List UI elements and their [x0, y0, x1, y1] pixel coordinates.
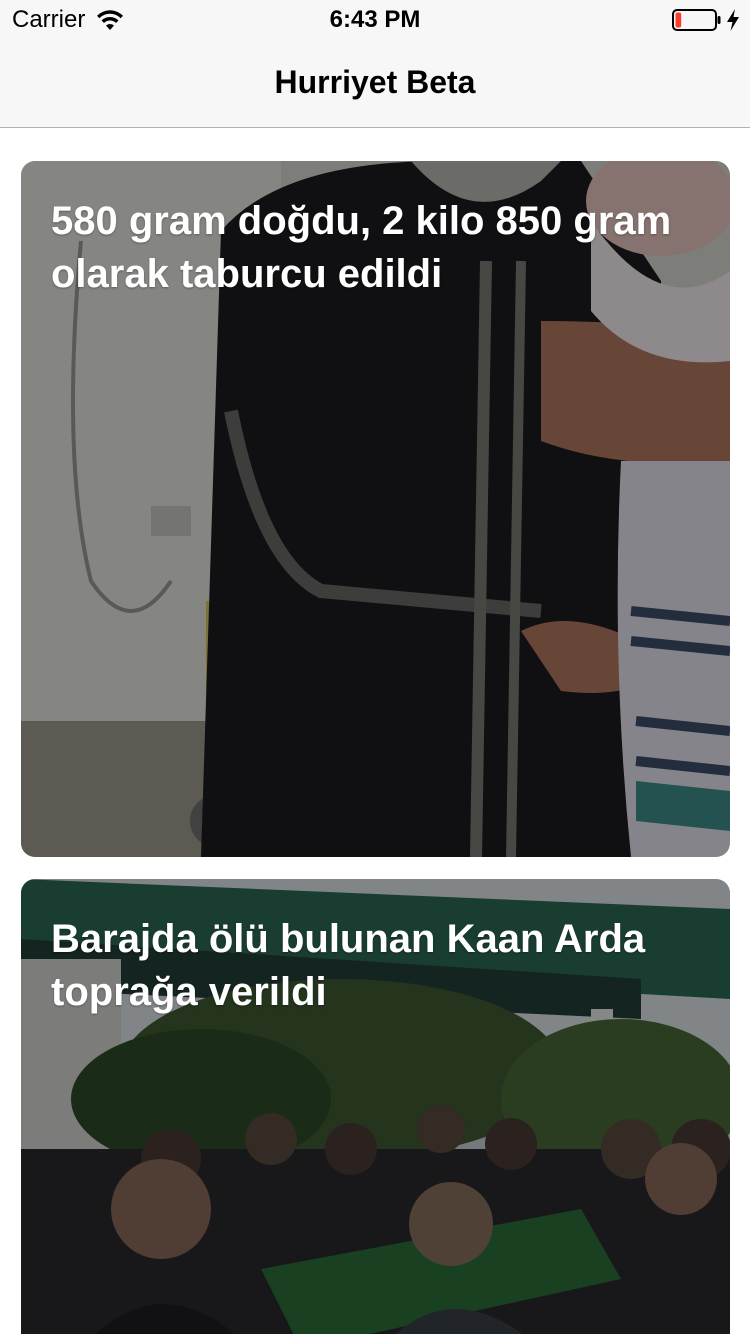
- article-headline[interactable]: Barajda ölü bulunan Kaan Arda toprağa ve…: [51, 913, 711, 1019]
- news-card[interactable]: 580 gram doğdu, 2 kilo 850 gram olarak t…: [21, 161, 730, 857]
- clock: 6:43 PM: [329, 6, 421, 33]
- navigation-bar: Hurriyet Beta: [0, 40, 750, 128]
- status-bar: Carrier 6:43 PM: [0, 0, 750, 40]
- nav-title: Hurriyet Beta: [274, 64, 476, 100]
- battery-low-icon: [672, 9, 721, 31]
- article-headline[interactable]: 580 gram doğdu, 2 kilo 850 gram olarak t…: [51, 195, 711, 301]
- news-card[interactable]: Barajda ölü bulunan Kaan Arda toprağa ve…: [21, 879, 730, 1334]
- news-feed[interactable]: 580 gram doğdu, 2 kilo 850 gram olarak t…: [0, 129, 750, 1334]
- battery-group: [672, 9, 740, 31]
- charging-bolt-icon: [727, 9, 739, 31]
- app-screen: Carrier 6:43 PM Hurriyet Beta 580 gram d…: [0, 0, 750, 1334]
